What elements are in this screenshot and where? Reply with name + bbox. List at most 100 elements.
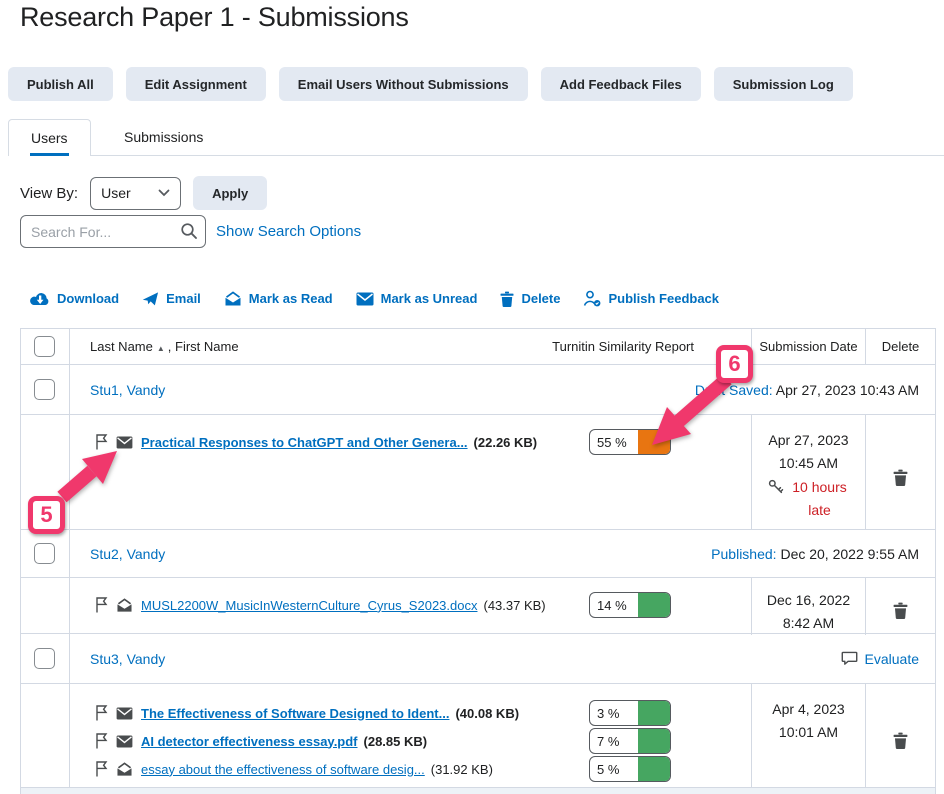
search-input[interactable] (20, 215, 206, 248)
delete-submission-button[interactable] (893, 428, 908, 529)
send-icon (142, 291, 159, 307)
delete-submission-button[interactable] (893, 697, 908, 787)
delete-label: Delete (521, 291, 560, 306)
turnitin-similarity-report[interactable]: 7 % (589, 728, 671, 754)
delete-column-header: Delete (865, 329, 935, 364)
student-row: Stu2, Vandy Published: Dec 20, 2022 9:55… (21, 530, 935, 578)
name-column-header[interactable]: Last Name▲, First Name (90, 339, 239, 354)
unread-envelope-icon[interactable] (116, 707, 133, 720)
delete-submission-button[interactable] (893, 589, 908, 635)
similarity-swatch (638, 593, 670, 617)
chevron-down-icon (158, 189, 170, 197)
sort-asc-icon: ▲ (157, 344, 165, 353)
submissions-table: Last Name▲, First Name Turnitin Similari… (20, 328, 936, 794)
tab-strip: Users Submissions (8, 119, 944, 156)
evaluate-action[interactable]: Evaluate (841, 651, 919, 667)
select-all-checkbox[interactable] (34, 336, 55, 357)
view-by-row: View By: User Apply (20, 176, 267, 210)
show-search-options-link[interactable]: Show Search Options (216, 223, 361, 240)
similarity-swatch (638, 729, 670, 753)
mark-as-unread-label: Mark as Unread (381, 291, 478, 306)
file-line: AI detector effectiveness essay.pdf (28.… (94, 728, 671, 748)
similarity-percent: 14 % (590, 593, 638, 617)
submission-log-button[interactable]: Submission Log (714, 67, 853, 101)
email-action[interactable]: Email (142, 290, 201, 307)
mark-as-unread-action[interactable]: Mark as Unread (356, 290, 478, 307)
similarity-swatch (638, 757, 670, 781)
file-line: essay about the effectiveness of softwar… (94, 756, 671, 776)
unread-envelope-icon[interactable] (116, 436, 133, 449)
turnitin-similarity-report[interactable]: 55 % (589, 429, 671, 455)
student-checkbox-stu2[interactable] (34, 543, 55, 564)
unread-envelope-icon (356, 292, 374, 306)
submission-row: Practical Responses to ChatGPT and Other… (21, 415, 935, 530)
search-icon[interactable] (180, 222, 198, 245)
mark-as-read-action[interactable]: Mark as Read (224, 290, 333, 307)
turnitin-similarity-report[interactable]: 5 % (589, 756, 671, 782)
file-size: (31.92 KB) (431, 762, 493, 777)
file-size: (22.26 KB) (474, 435, 538, 450)
tab-users[interactable]: Users (8, 119, 91, 156)
file-size: (40.08 KB) (455, 706, 519, 721)
annotation-step-5: 5 (28, 496, 65, 534)
key-icon (768, 479, 784, 495)
student-name-link-stu3[interactable]: Stu3, Vandy (90, 651, 165, 667)
file-link[interactable]: AI detector effectiveness essay.pdf (141, 734, 358, 749)
download-action[interactable]: Download (30, 290, 119, 307)
action-bar: Download Email Mark as Read Mark as Unre… (30, 290, 719, 307)
similarity-swatch (638, 430, 670, 454)
publish-feedback-action[interactable]: Publish Feedback (583, 290, 719, 307)
read-envelope-icon (224, 291, 242, 307)
tab-submissions[interactable]: Submissions (114, 119, 213, 155)
file-size: (43.37 KB) (483, 598, 545, 613)
view-by-select[interactable]: User (90, 177, 181, 210)
mark-as-read-label: Mark as Read (249, 291, 333, 306)
file-link[interactable]: essay about the effectiveness of softwar… (141, 762, 425, 777)
draft-saved-link[interactable]: Draft Saved: (695, 382, 773, 398)
table-row-partial (21, 788, 935, 794)
file-link[interactable]: The Effectiveness of Software Designed t… (141, 706, 449, 721)
view-by-label: View By: (20, 185, 78, 202)
email-users-without-submissions-button[interactable]: Email Users Without Submissions (279, 67, 528, 101)
student-row: Stu1, Vandy Draft Saved: Apr 27, 2023 10… (21, 365, 935, 415)
turnitin-similarity-report[interactable]: 14 % (589, 592, 671, 618)
edit-assignment-button[interactable]: Edit Assignment (126, 67, 266, 101)
download-label: Download (57, 291, 119, 306)
flag-icon[interactable] (94, 434, 108, 450)
email-label: Email (166, 291, 201, 306)
publish-feedback-label: Publish Feedback (608, 291, 719, 306)
flag-icon[interactable] (94, 761, 108, 777)
student-checkbox-stu1[interactable] (34, 379, 55, 400)
view-by-selected-value: User (101, 185, 131, 201)
turnitin-similarity-report[interactable]: 3 % (589, 700, 671, 726)
apply-button[interactable]: Apply (193, 176, 267, 210)
file-line: The Effectiveness of Software Designed t… (94, 700, 671, 720)
file-line: MUSL2200W_MusicInWesternCulture_Cyrus_S2… (94, 592, 671, 612)
similarity-swatch (638, 701, 670, 725)
file-link[interactable]: Practical Responses to ChatGPT and Other… (141, 435, 468, 450)
submission-row: MUSL2200W_MusicInWesternCulture_Cyrus_S2… (21, 578, 935, 634)
flag-icon[interactable] (94, 705, 108, 721)
read-envelope-icon[interactable] (116, 598, 133, 613)
submission-date-column-header: Submission Date (751, 329, 865, 364)
delete-action[interactable]: Delete (500, 290, 560, 307)
toolbar: Publish All Edit Assignment Email Users … (8, 67, 853, 101)
published-link[interactable]: Published: (711, 546, 776, 562)
student-name-link-stu2[interactable]: Stu2, Vandy (90, 546, 165, 562)
flag-icon[interactable] (94, 733, 108, 749)
file-link[interactable]: MUSL2200W_MusicInWesternCulture_Cyrus_S2… (141, 598, 477, 613)
evaluate-link[interactable]: Evaluate (865, 651, 919, 667)
student-name-link-stu1[interactable]: Stu1, Vandy (90, 382, 165, 398)
read-envelope-icon[interactable] (116, 762, 133, 777)
trash-icon (893, 732, 908, 749)
unread-envelope-icon[interactable] (116, 735, 133, 748)
publish-feedback-icon (583, 290, 601, 307)
student-checkbox-stu3[interactable] (34, 648, 55, 669)
flag-icon[interactable] (94, 597, 108, 613)
late-status: 10 hours late (752, 476, 865, 522)
submission-date-cell: Apr 4, 2023 10:01 AM (751, 684, 865, 787)
publish-all-button[interactable]: Publish All (8, 67, 113, 101)
file-line: Practical Responses to ChatGPT and Other… (94, 429, 671, 449)
trash-icon (893, 602, 908, 619)
add-feedback-files-button[interactable]: Add Feedback Files (541, 67, 701, 101)
